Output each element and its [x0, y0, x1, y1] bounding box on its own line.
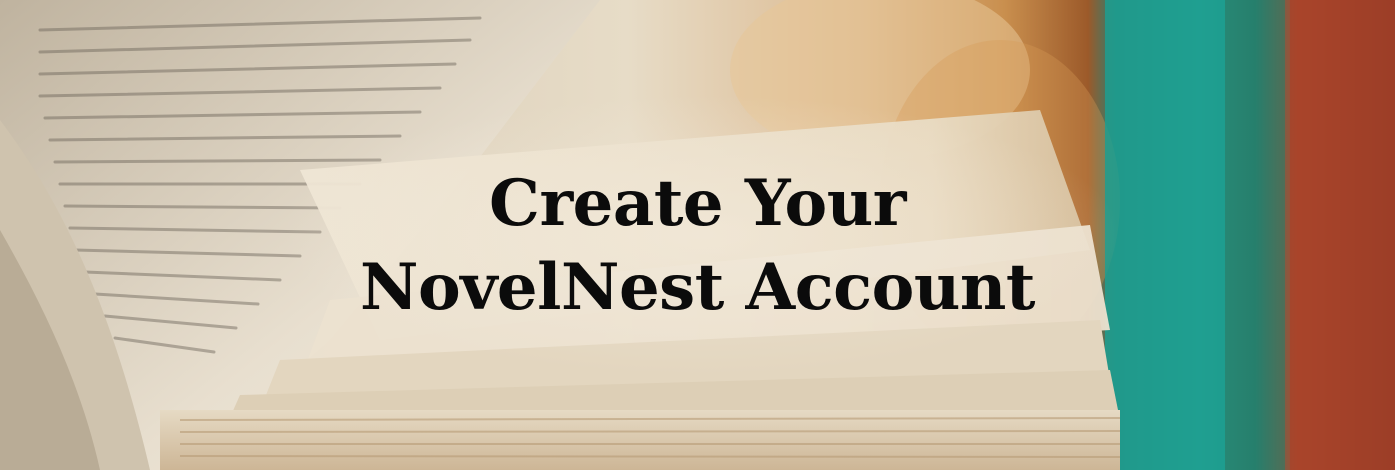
page-title: Create Your NovelNest Account	[0, 162, 1395, 330]
page-title-line-1: Create Your	[489, 166, 906, 241]
hero-banner: Create Your NovelNest Account	[0, 0, 1395, 470]
page-title-line-2: NovelNest Account	[360, 250, 1035, 325]
